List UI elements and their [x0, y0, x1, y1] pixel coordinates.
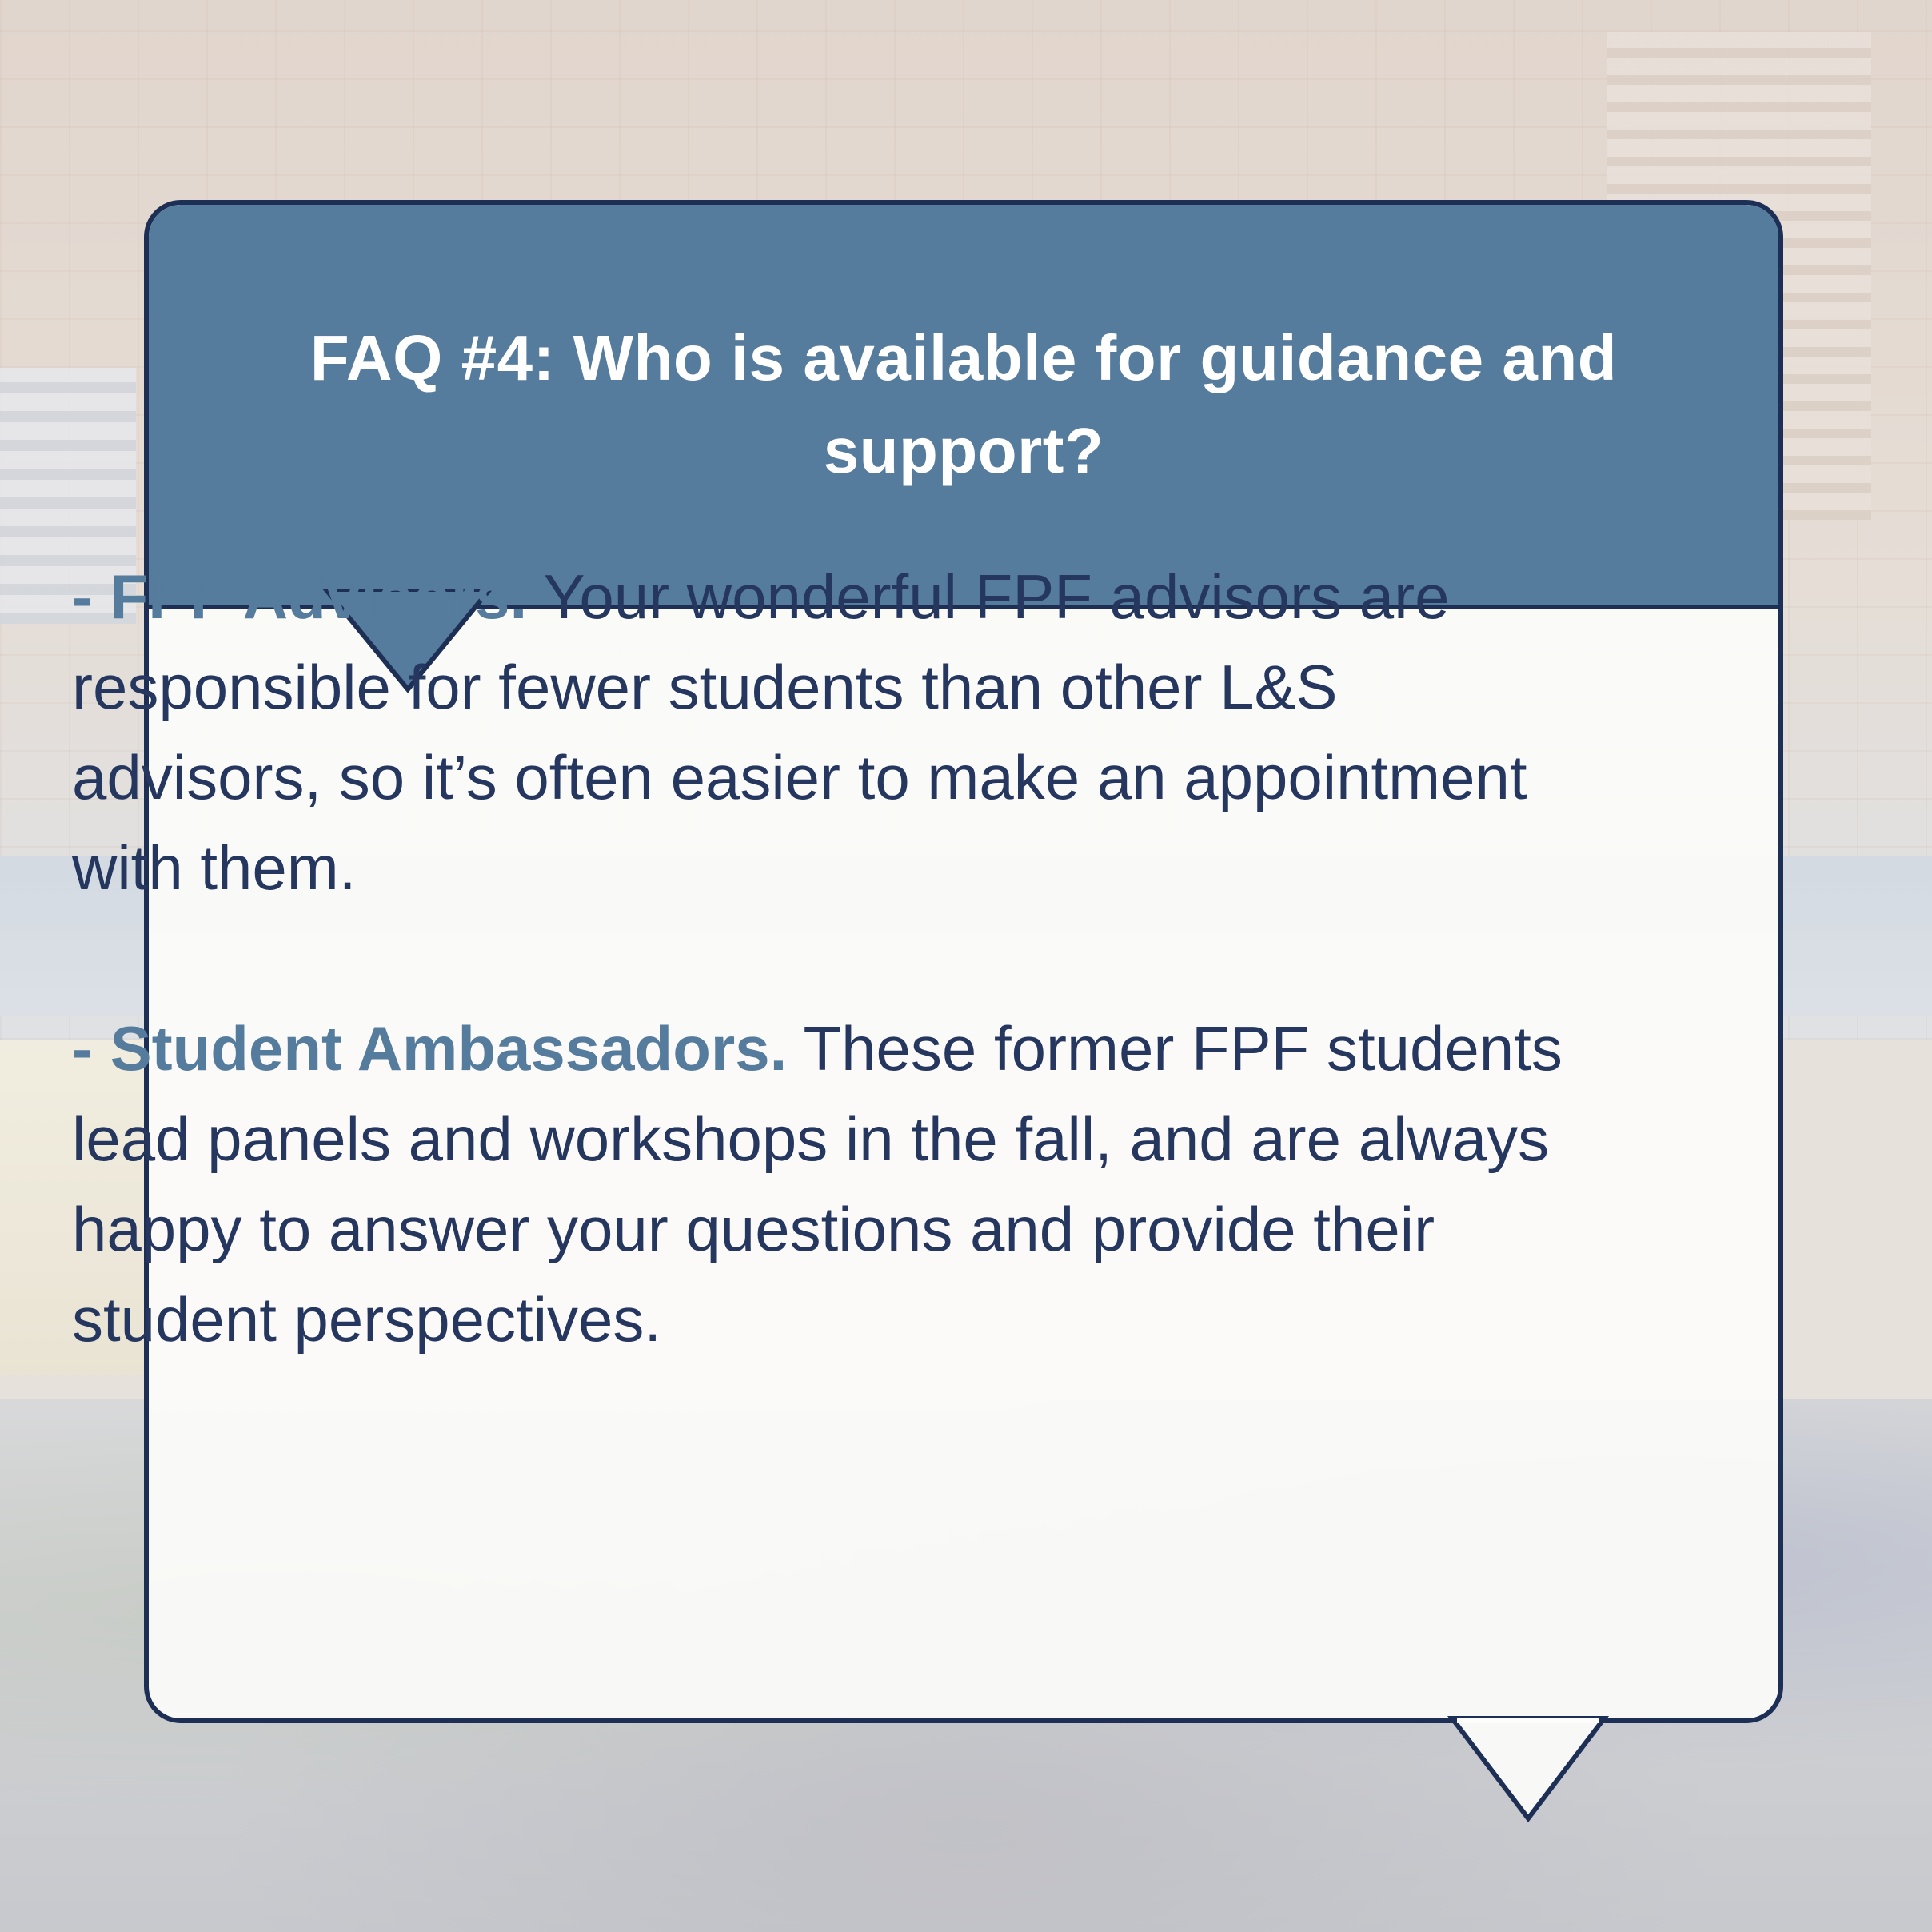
faq-header: FAQ #4: Who is available for guidance an… — [149, 205, 1778, 609]
faq-title: FAQ #4: Who is available for guidance an… — [309, 322, 1618, 486]
speech-tail-icon — [1447, 1716, 1610, 1822]
faq-item-lead: - FPF Advisors. — [72, 561, 528, 632]
faq-answer: - FPF Advisors. Your wonderful FPF advis… — [72, 552, 1575, 1365]
faq-item-advisors: - FPF Advisors. Your wonderful FPF advis… — [72, 552, 1575, 913]
faq-item-lead: - Student Ambassadors. — [72, 1013, 788, 1084]
faq-item-ambassadors: - Student Ambassadors. These former FPF … — [72, 1004, 1575, 1365]
